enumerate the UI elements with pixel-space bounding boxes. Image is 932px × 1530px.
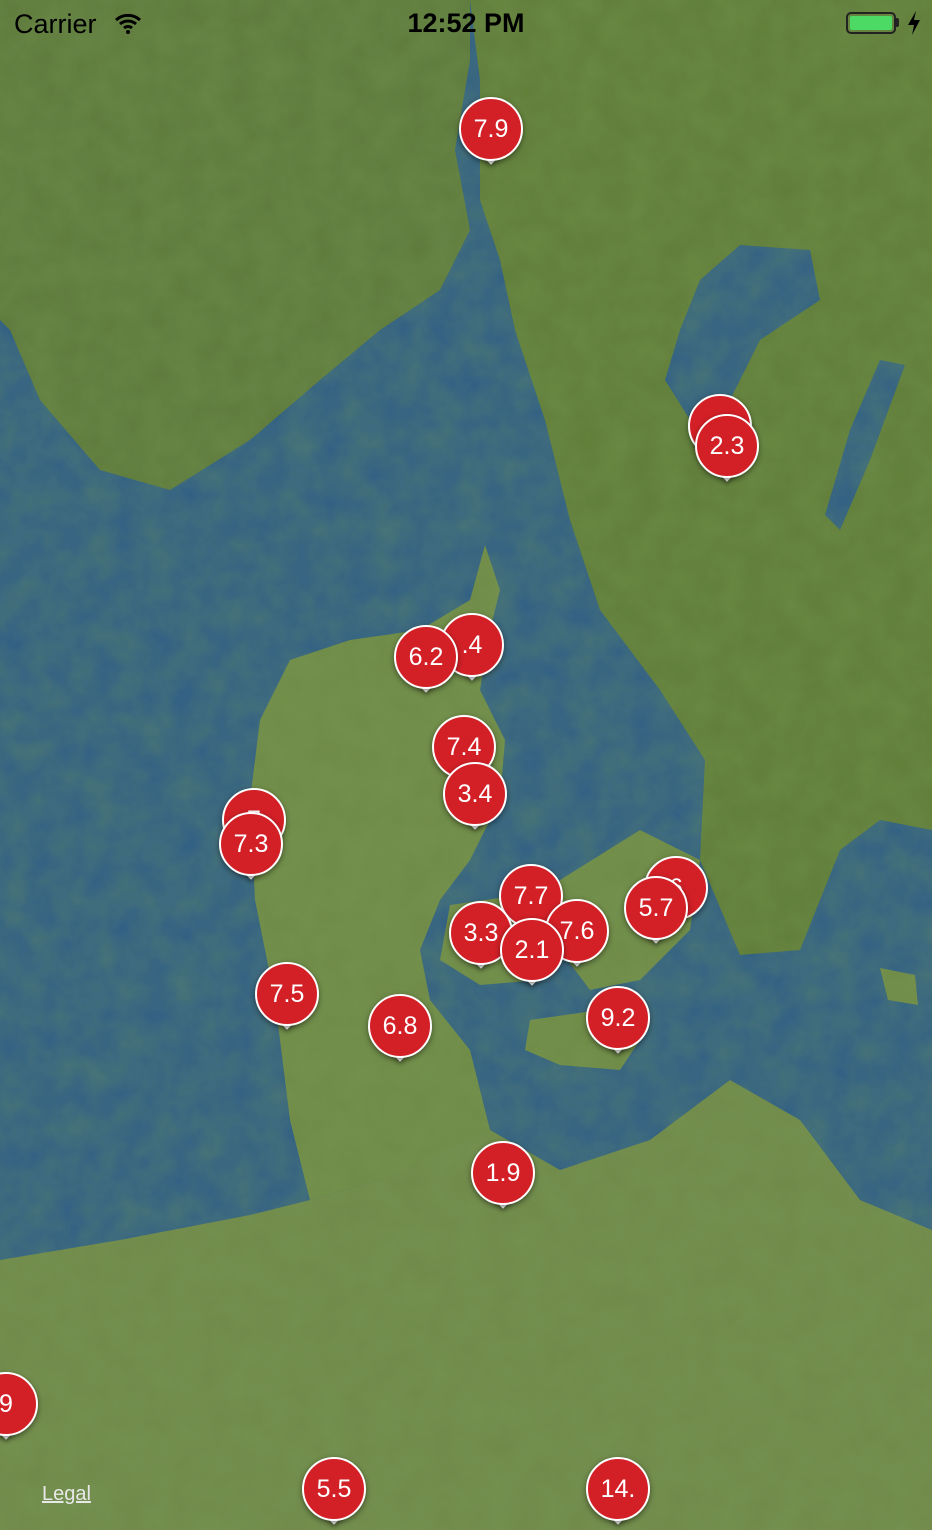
- marker-value: 5.7: [624, 876, 688, 940]
- marker-value: 3.4: [443, 762, 507, 826]
- map-marker[interactable]: 7.5: [255, 962, 319, 1030]
- bolt-icon: [908, 11, 920, 35]
- battery-nub: [896, 18, 899, 27]
- marker-value: 9.2: [586, 986, 650, 1050]
- marker-value: 2.3: [695, 414, 759, 478]
- map-marker[interactable]: 5.7: [624, 876, 688, 944]
- marker-value: 1.9: [471, 1141, 535, 1205]
- marker-value: 7.3: [219, 812, 283, 876]
- battery-level: [850, 16, 892, 30]
- marker-value: 14.: [586, 1457, 650, 1521]
- marker-value: 6.8: [368, 994, 432, 1058]
- status-bar: Carrier 12:52 PM: [0, 0, 932, 48]
- marker-value: 7.9: [459, 97, 523, 161]
- map-marker[interactable]: 9: [0, 1372, 38, 1440]
- map-marker[interactable]: 14.: [586, 1457, 650, 1525]
- marker-value: 7.5: [255, 962, 319, 1026]
- marker-value: 6.2: [394, 625, 458, 689]
- marker-value: 5.5: [302, 1457, 366, 1521]
- clock: 12:52 PM: [407, 8, 525, 38]
- battery-icon: [846, 12, 896, 34]
- map-marker[interactable]: 2.1: [500, 918, 564, 986]
- map-marker[interactable]: 6.8: [368, 994, 432, 1062]
- legal-link[interactable]: Legal: [42, 1483, 91, 1506]
- map-marker[interactable]: 6.2: [394, 625, 458, 693]
- map-marker[interactable]: 1.9: [471, 1141, 535, 1209]
- map-marker[interactable]: 5.5: [302, 1457, 366, 1525]
- map-marker[interactable]: 9.2: [586, 986, 650, 1054]
- map-marker[interactable]: 3.4: [443, 762, 507, 830]
- marker-value: 9: [0, 1372, 38, 1436]
- map-marker[interactable]: 7.3: [219, 812, 283, 880]
- map-marker[interactable]: 2.3: [695, 414, 759, 482]
- map-marker[interactable]: 7.9: [459, 97, 523, 165]
- marker-value: 2.1: [500, 918, 564, 982]
